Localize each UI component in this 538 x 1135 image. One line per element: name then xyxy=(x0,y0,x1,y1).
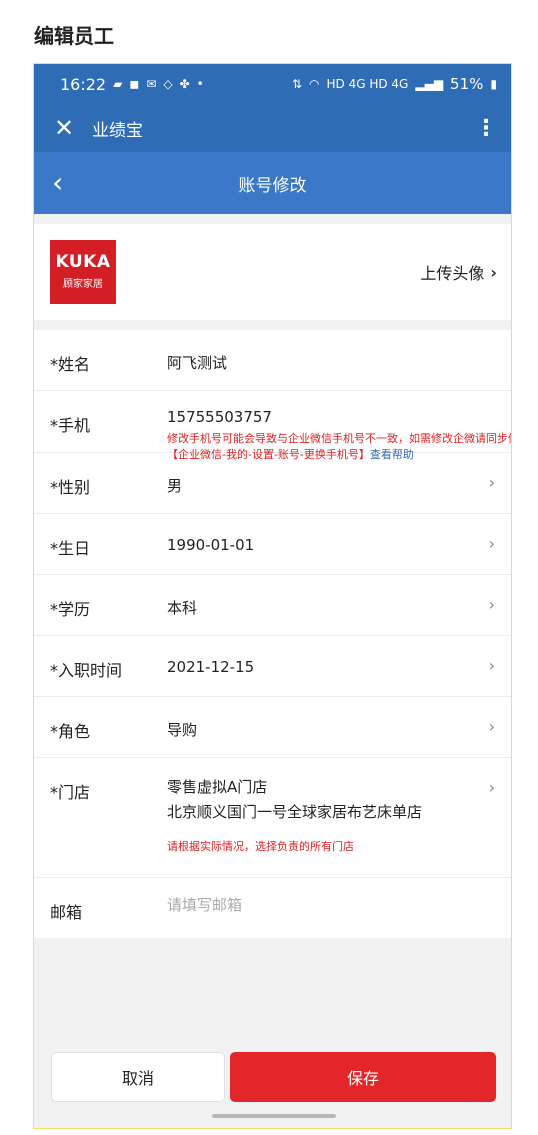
paw-icon: ✤ xyxy=(179,77,190,91)
brand-sub: 顾家家居 xyxy=(63,279,103,290)
wifi-icon: ◠ xyxy=(309,77,320,91)
dot-icon: • xyxy=(196,77,204,91)
avatar-section: KUKA 顾家家居 上传头像 › xyxy=(34,224,511,320)
role-row[interactable]: *角色 导购 › xyxy=(34,697,511,758)
bottom-action-bar: 取消 保存 xyxy=(34,1032,511,1128)
hire-date-label: *入职时间 xyxy=(50,661,123,680)
email-input[interactable] xyxy=(167,896,417,914)
brand-name: KUKA xyxy=(55,252,111,272)
network-speed-icon: ⇅ xyxy=(291,77,303,91)
upload-avatar-button[interactable]: 上传头像 › xyxy=(420,260,497,284)
email-label: 邮箱 xyxy=(50,903,83,922)
education-label: *学历 xyxy=(50,600,91,619)
phone-screen: 16:22 ▰ ◼ ✉ ◇ ✤ • ⇅ ◠ HD 4G HD 4G ▂▄▆ 51… xyxy=(33,63,512,1129)
help-link[interactable]: 查看帮助 xyxy=(370,448,414,461)
gender-row[interactable]: *性别 男 › xyxy=(34,453,511,514)
status-time: 16:22 xyxy=(60,74,107,94)
brand-logo: KUKA 顾家家居 xyxy=(50,240,116,304)
nav-title: 账号修改 xyxy=(238,175,307,196)
hire-date-row[interactable]: *入职时间 2021-12-15 › xyxy=(34,636,511,697)
store-note: 请根据实际情况，选择负责的所有门店 xyxy=(167,840,354,853)
close-icon[interactable]: ✕ xyxy=(54,114,84,142)
store-row[interactable]: *门店 零售虚拟A门店 北京顺义国门一号全球家居布艺床单店 › 请根据实际情况，… xyxy=(34,758,511,878)
app-bar: ✕ 业绩宝 ⋮ xyxy=(34,104,511,152)
battery-icon: ▮ xyxy=(490,77,497,91)
signal-icon: ▂▄▆ xyxy=(415,77,444,91)
name-label: *姓名 xyxy=(50,355,91,374)
name-value[interactable]: 阿飞测试 xyxy=(167,352,227,373)
more-menu-icon[interactable]: ⋮ xyxy=(475,116,497,141)
phone-label: *手机 xyxy=(50,416,91,435)
phone-warning-path: 【企业微信-我的-设置-账号-更换手机号】查看帮助 xyxy=(167,446,414,462)
battery-level: 51% xyxy=(450,75,484,93)
app-icon: ◼ xyxy=(129,77,140,91)
page-heading: 编辑员工 xyxy=(34,24,114,48)
store-value-secondary: 北京顺义国门一号全球家居布艺床单店 xyxy=(167,803,423,821)
chevron-right-icon: › xyxy=(488,656,495,675)
chevron-right-icon: › xyxy=(488,534,495,553)
phone-value[interactable]: 15755503757 xyxy=(167,408,272,426)
location-icon: ◇ xyxy=(163,77,173,91)
nav-bar: ‹ 账号修改 xyxy=(34,152,511,214)
employee-form: *姓名 阿飞测试 *手机 15755503757 修改手机号可能会导致与企业微信… xyxy=(34,330,511,938)
app-title: 业绩宝 xyxy=(92,120,143,141)
message-icon: ▰ xyxy=(113,77,123,91)
phone-warning: 修改手机号可能会导致与企业微信手机号不一致，如需修改企微请同步修改 xyxy=(167,432,512,445)
education-row[interactable]: *学历 本科 › xyxy=(34,575,511,636)
chevron-right-icon: › xyxy=(488,595,495,614)
birthday-label: *生日 xyxy=(50,539,91,558)
chevron-right-icon: › xyxy=(488,778,495,797)
upload-avatar-label: 上传头像 xyxy=(420,264,485,283)
chevron-right-icon: › xyxy=(490,262,497,282)
home-indicator[interactable] xyxy=(212,1114,336,1118)
name-row[interactable]: *姓名 阿飞测试 xyxy=(34,330,511,391)
save-button[interactable]: 保存 xyxy=(230,1052,496,1102)
phone-row[interactable]: *手机 15755503757 修改手机号可能会导致与企业微信手机号不一致，如需… xyxy=(34,391,512,461)
store-value-primary: 零售虚拟A门店 xyxy=(167,778,268,796)
role-label: *角色 xyxy=(50,722,91,741)
education-value: 本科 xyxy=(167,599,198,617)
cancel-button[interactable]: 取消 xyxy=(51,1052,225,1102)
chevron-right-icon: › xyxy=(488,473,495,492)
hire-date-value: 2021-12-15 xyxy=(167,658,255,676)
network-text: HD 4G HD 4G xyxy=(326,77,409,91)
status-bar: 16:22 ▰ ◼ ✉ ◇ ✤ • ⇅ ◠ HD 4G HD 4G ▂▄▆ 51… xyxy=(34,64,511,104)
email-row: 邮箱 xyxy=(34,878,511,938)
birthday-value: 1990-01-01 xyxy=(167,536,255,554)
back-icon[interactable]: ‹ xyxy=(52,166,63,199)
gender-label: *性别 xyxy=(50,478,91,497)
warning-path-text: 【企业微信-我的-设置-账号-更换手机号】 xyxy=(167,448,370,461)
gender-value: 男 xyxy=(167,477,183,495)
chevron-right-icon: › xyxy=(488,717,495,736)
sms-icon: ✉ xyxy=(146,77,157,91)
birthday-row[interactable]: *生日 1990-01-01 › xyxy=(34,514,511,575)
role-value: 导购 xyxy=(167,721,198,739)
store-label: *门店 xyxy=(50,783,91,802)
